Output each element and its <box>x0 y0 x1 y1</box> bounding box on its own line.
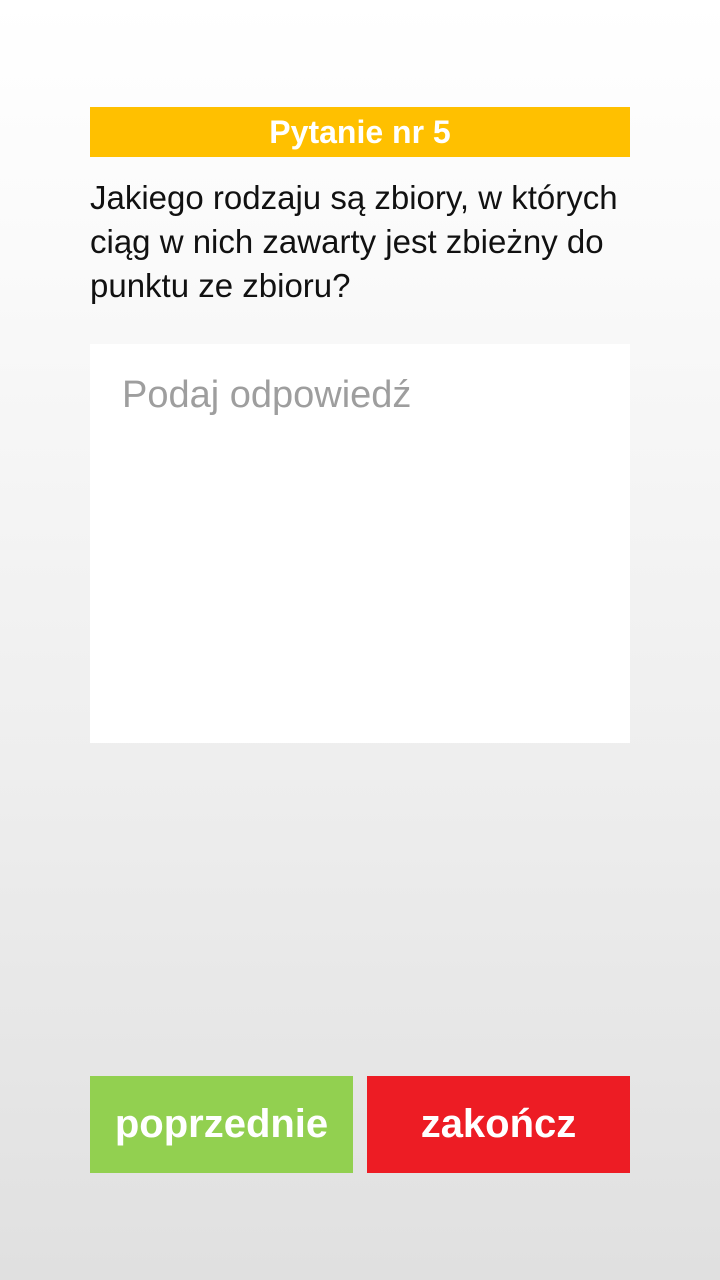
question-number-label: Pytanie nr 5 <box>269 113 451 150</box>
finish-button[interactable]: zakończ <box>367 1076 630 1173</box>
previous-button[interactable]: poprzednie <box>90 1076 353 1173</box>
previous-button-label: poprzednie <box>114 1102 329 1146</box>
finish-button-label: zakończ <box>420 1102 577 1146</box>
question-text: Jakiego rodzaju są zbiory, w których cią… <box>90 179 618 304</box>
question-number-header: Pytanie nr 5 <box>90 107 630 157</box>
answer-input[interactable] <box>90 344 630 743</box>
